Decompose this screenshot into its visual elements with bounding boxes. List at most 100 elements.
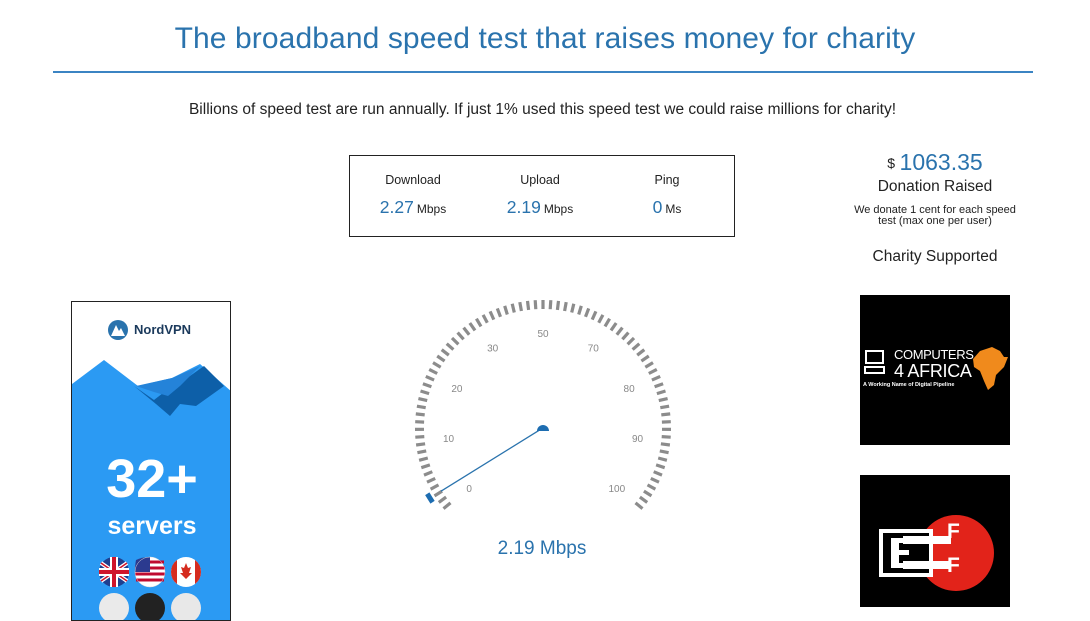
gauge-tick [586, 308, 589, 316]
gauge-tick [644, 491, 652, 496]
gauge-tick [645, 363, 653, 368]
uk-flag-icon [99, 557, 129, 587]
download-unit: Mbps [417, 202, 446, 216]
nordvpn-ad[interactable]: NordVPN 32+ servers [71, 301, 231, 621]
currency-symbol: $ [887, 155, 895, 171]
gauge-tick [421, 391, 430, 394]
gauge-tick [658, 458, 667, 460]
gauge-tick [617, 328, 623, 335]
canada-flag-icon [171, 557, 201, 587]
donation-note-line2: test (max one per user) [835, 216, 1035, 227]
gauge-tick [416, 444, 425, 445]
gauge-tick [439, 497, 446, 502]
speed-gauge: 010203050708090100 [380, 280, 710, 535]
gauge-tick [572, 304, 574, 313]
nordvpn-logo-icon [108, 320, 128, 340]
gauge-tick [476, 319, 481, 327]
gauge-tick [641, 356, 648, 361]
gauge-tick [497, 308, 500, 316]
gauge-tick [654, 472, 662, 475]
charity-name-line1: COMPUTERS [894, 347, 973, 362]
gauge-tick [512, 304, 514, 313]
gauge-tick [550, 300, 551, 309]
gauge-tick-label: 30 [487, 343, 499, 354]
gauge-tick [657, 391, 666, 394]
gauge-tick [622, 333, 628, 340]
gauge-tick [656, 465, 665, 468]
gauge-tick [417, 406, 426, 408]
gauge-tick [433, 363, 441, 368]
ping-label: Ping [603, 173, 731, 187]
gauge-tick [662, 437, 671, 438]
gauge-hub [537, 425, 549, 431]
upload-stat: Upload 2.19Mbps [476, 173, 604, 218]
gauge-tick [490, 311, 494, 319]
gauge-tick [599, 315, 603, 323]
gauge-tick [651, 478, 659, 482]
gauge-tick [655, 384, 664, 387]
gauge-value-marker [425, 492, 435, 503]
gauge-tick-label: 80 [624, 384, 636, 395]
gauge-tick [431, 485, 439, 489]
gauge-tick [429, 369, 437, 373]
ad-brand: NordVPN [134, 322, 191, 337]
computer-icon [865, 351, 884, 373]
upload-label: Upload [476, 173, 604, 187]
gauge-tick [535, 300, 536, 309]
gauge-tick [640, 497, 647, 502]
gauge-tick [660, 451, 669, 453]
us-flag-icon [135, 557, 165, 587]
gauge-tick [419, 458, 428, 460]
gauge-tick [437, 356, 444, 361]
gauge-tick [605, 319, 610, 327]
gauge-tick-label: 70 [588, 343, 600, 354]
download-stat: Download 2.27Mbps [349, 173, 477, 218]
gauge-tick [628, 338, 634, 344]
charity-name-line2: 4 AFRICA [894, 361, 972, 382]
gauge-tick [427, 478, 435, 482]
gauge-tick [557, 301, 558, 310]
gauge-tick [417, 451, 426, 453]
results-panel: Download 2.27Mbps Upload 2.19Mbps Ping 0… [349, 155, 735, 237]
gauge-tick [579, 306, 582, 315]
computers-4-africa-logo[interactable]: COMPUTERS 4 AFRICA A Working Name of Dig… [860, 295, 1010, 445]
gauge-tick [424, 472, 432, 475]
tagline: Billions of speed test are run annually.… [0, 101, 1085, 119]
gauge-tick-labels: 010203050708090100 [443, 329, 644, 495]
ping-value: 0 [653, 197, 663, 217]
gauge-tick [611, 323, 616, 330]
gauge-tick [661, 444, 670, 445]
gauge-tick [426, 376, 434, 380]
speed-readout: 2.19 Mbps [442, 538, 642, 560]
download-label: Download [349, 173, 477, 187]
gauge-tick-label: 10 [443, 434, 455, 445]
eff-logo[interactable]: F F [860, 475, 1010, 607]
page-title: The broadband speed test that raises mon… [0, 22, 1090, 56]
donation-amount: $ 1063.35 [835, 149, 1035, 176]
gauge-tick [528, 301, 529, 310]
gauge-needle [441, 431, 539, 492]
gauge-tick-label: 0 [466, 484, 472, 495]
gauge-tick-label: 20 [451, 384, 463, 395]
gauge-tick [636, 503, 643, 509]
eff-letter-f1: F [947, 520, 960, 544]
gauge-tick [592, 311, 596, 319]
ping-unit: Ms [665, 202, 681, 216]
gauge-tick [418, 399, 427, 401]
gauge-tick [661, 414, 670, 415]
charity-tagline: A Working Name of Digital Pipeline [863, 382, 1009, 388]
gauge-tick [421, 465, 430, 468]
gauge-tick [452, 338, 458, 344]
gauge-tick [483, 315, 487, 323]
charity-supported-label: Charity Supported [835, 248, 1035, 266]
gauge-tick [659, 399, 668, 401]
gauge-tick [447, 344, 454, 350]
gauge-tick [652, 376, 660, 380]
gauge-tick [649, 369, 657, 373]
gauge-tick [505, 306, 508, 315]
gauge-tick [416, 414, 425, 415]
gauge-tick-label: 50 [537, 329, 549, 340]
gauge-tick [633, 344, 640, 350]
gauge-tick [470, 323, 475, 330]
gauge-tick [423, 384, 432, 387]
